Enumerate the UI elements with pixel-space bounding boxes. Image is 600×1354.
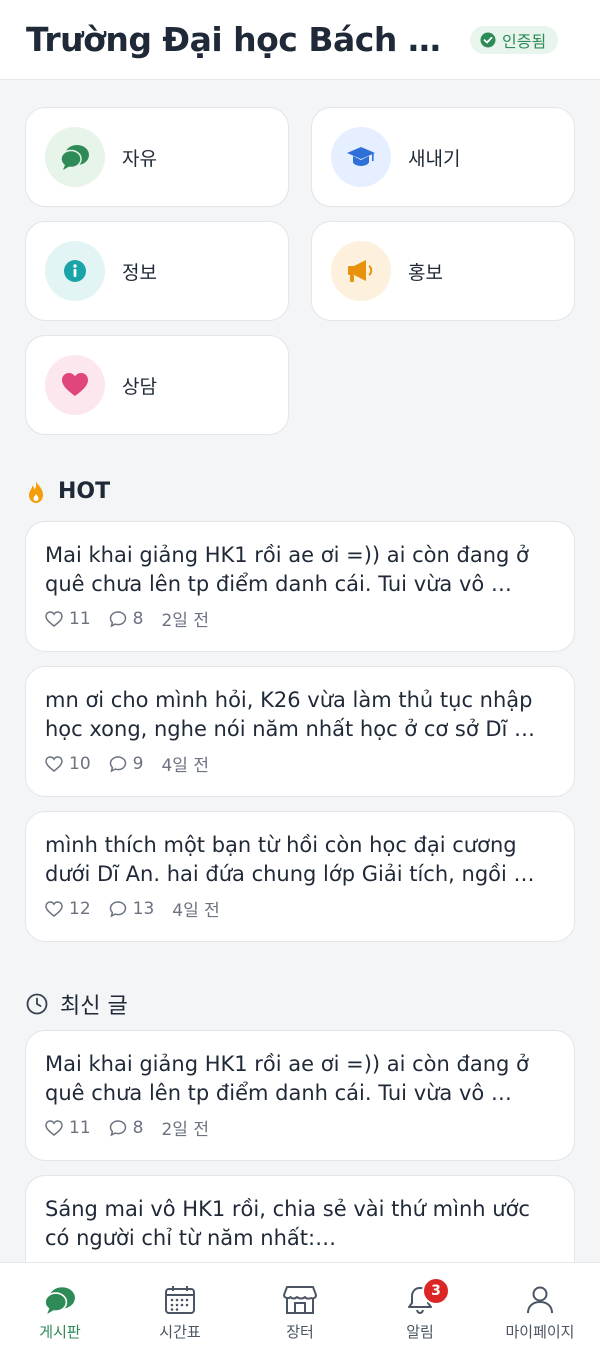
category-label: 정보 xyxy=(122,261,157,284)
tab-board[interactable]: 게시판 xyxy=(0,1263,120,1354)
megaphone-icon xyxy=(348,260,373,282)
heart-icon xyxy=(62,373,88,396)
hot-title: HOT xyxy=(58,479,111,504)
category-icon-bg xyxy=(45,355,105,415)
post-time: 2일 전 xyxy=(161,1120,209,1140)
category-icon-bg xyxy=(331,241,391,301)
post-card[interactable]: Sáng mai vô HK1 rồi, chia sẻ vài thứ mìn… xyxy=(25,1175,575,1262)
like-count: 11 xyxy=(69,608,91,629)
heart-outline-icon xyxy=(45,1119,63,1136)
chat-bubbles-icon xyxy=(60,145,89,170)
category-label: 자유 xyxy=(122,147,157,170)
post-text: mn ơi cho mình hỏi, K26 vừa làm thủ tục … xyxy=(45,688,536,741)
tab-mypage[interactable]: 마이페이지 xyxy=(480,1263,600,1354)
calendar-icon xyxy=(165,1286,195,1314)
comment-count: 8 xyxy=(132,608,144,629)
tab-label: 게시판 xyxy=(39,1323,81,1341)
heart-outline-icon xyxy=(45,900,63,917)
app-header: Trường Đại học Bách k... 인증됨 xyxy=(0,0,600,80)
comment-count: 8 xyxy=(132,1117,144,1138)
category-counsel[interactable]: 상담 xyxy=(25,335,289,435)
school-title: Trường Đại học Bách k... xyxy=(26,20,446,59)
tab-label: 알림 xyxy=(406,1323,434,1341)
category-label: 상담 xyxy=(122,375,157,398)
bottom-tab-bar: 게시판 시간표 장터 3 알림 마이페이지 xyxy=(0,1262,600,1354)
latest-title: 최신 글 xyxy=(60,994,128,1019)
comment-icon xyxy=(109,610,126,627)
post-text: Sáng mai vô HK1 rồi, chia sẻ vài thứ mìn… xyxy=(45,1197,530,1250)
post-time: 4일 전 xyxy=(172,901,220,921)
tab-timetable[interactable]: 시간표 xyxy=(120,1263,240,1354)
clock-icon xyxy=(26,993,48,1015)
verified-badge: 인증됨 xyxy=(470,25,559,54)
flame-icon xyxy=(29,480,43,503)
post-time: 4일 전 xyxy=(161,756,209,776)
post-meta: 11 8 2일 전 xyxy=(45,1115,554,1140)
post-meta: 10 9 4일 전 xyxy=(45,751,554,776)
tab-label: 장터 xyxy=(286,1323,314,1341)
post-meta: 11 8 2일 전 xyxy=(45,606,554,631)
hot-section-title: HOT xyxy=(26,479,110,504)
board-icon xyxy=(44,1287,75,1314)
post-card[interactable]: Mai khai giảng HK1 rồi ae ơi =)) ai còn … xyxy=(25,521,575,652)
category-free[interactable]: 자유 xyxy=(25,107,289,207)
main-content: 자유 새내기 정보 홍보 상담 HOT Mai khai giảng HK1 r… xyxy=(0,81,600,1262)
post-meta: 12 13 4일 전 xyxy=(45,896,554,921)
heart-outline-icon xyxy=(45,755,63,772)
tab-market[interactable]: 장터 xyxy=(240,1263,360,1354)
post-text: Mai khai giảng HK1 rồi ae ơi =)) ai còn … xyxy=(45,1052,529,1105)
like-count: 10 xyxy=(69,753,91,774)
like-count: 12 xyxy=(69,898,91,919)
post-card[interactable]: mình thích một bạn từ hồi còn học đại cư… xyxy=(25,811,575,942)
latest-section-title: 최신 글 xyxy=(26,988,128,1020)
post-time: 2일 전 xyxy=(161,611,209,631)
user-icon xyxy=(527,1286,553,1314)
tab-label: 시간표 xyxy=(159,1323,201,1341)
category-freshman[interactable]: 새내기 xyxy=(311,107,575,207)
comment-count: 13 xyxy=(132,898,155,919)
comment-icon xyxy=(109,755,126,772)
graduation-cap-icon xyxy=(347,147,375,166)
comment-icon xyxy=(109,900,126,917)
heart-outline-icon xyxy=(45,610,63,627)
comment-count: 9 xyxy=(132,753,144,774)
category-icon-bg xyxy=(45,127,105,187)
comment-icon xyxy=(109,1119,126,1136)
like-count: 11 xyxy=(69,1117,91,1138)
tab-label: 마이페이지 xyxy=(505,1323,575,1341)
post-card[interactable]: mn ơi cho mình hỏi, K26 vừa làm thủ tục … xyxy=(25,666,575,797)
post-text: Mai khai giảng HK1 rồi ae ơi =)) ai còn … xyxy=(45,543,529,596)
store-icon xyxy=(283,1286,317,1314)
category-label: 홍보 xyxy=(408,261,443,284)
category-icon-bg xyxy=(45,241,105,301)
check-circle-icon xyxy=(480,32,496,47)
category-promo[interactable]: 홍보 xyxy=(311,221,575,321)
tab-notifications[interactable]: 3 알림 xyxy=(360,1263,480,1354)
info-icon xyxy=(64,260,86,282)
post-card[interactable]: Mai khai giảng HK1 rồi ae ơi =)) ai còn … xyxy=(25,1030,575,1161)
notification-count-badge: 3 xyxy=(422,1277,450,1305)
category-label: 새내기 xyxy=(408,147,461,170)
verified-label: 인증됨 xyxy=(502,31,547,51)
category-icon-bg xyxy=(331,127,391,187)
category-info[interactable]: 정보 xyxy=(25,221,289,321)
post-text: mình thích một bạn từ hồi còn học đại cư… xyxy=(45,833,535,886)
